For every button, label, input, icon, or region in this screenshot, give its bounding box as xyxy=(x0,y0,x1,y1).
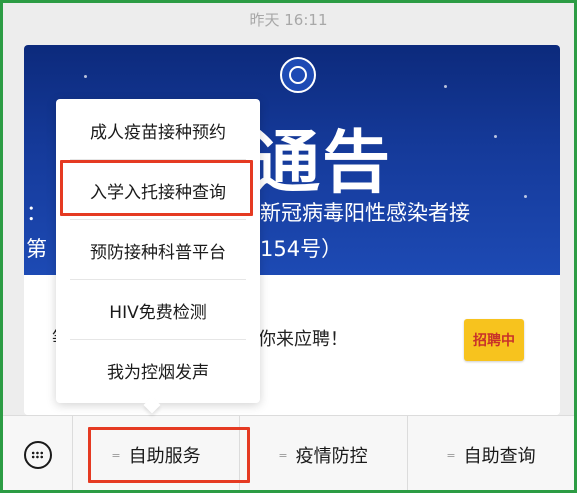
banner-subline: 154号） xyxy=(260,237,343,261)
menu-item-free-hiv-test[interactable]: HIV免费检测 xyxy=(56,281,260,339)
recruiting-badge: 招聘中 xyxy=(464,319,524,361)
star-dot xyxy=(84,75,87,78)
menu-item-school-vaccination-query[interactable]: 入学入托接种查询 xyxy=(56,161,260,219)
emblem-icon xyxy=(280,57,316,93)
keyboard-switch-button[interactable] xyxy=(3,416,73,490)
tab-label: 疫情防控 xyxy=(295,446,368,467)
banner-partial-text: 第 xyxy=(26,237,47,261)
menu-item-vaccination-science-platform[interactable]: 预防接种科普平台 xyxy=(56,221,260,279)
message-timestamp: 昨天 16:11 xyxy=(249,11,328,29)
menu-divider xyxy=(70,339,246,340)
star-dot xyxy=(444,85,447,88)
menu-indicator-icon: = xyxy=(446,448,456,462)
banner-headline: 通告 xyxy=(252,124,393,203)
menu-indicator-icon: = xyxy=(278,448,288,462)
star-dot xyxy=(524,195,527,198)
tab-self-query[interactable]: = 自助查询 xyxy=(408,416,574,490)
article-title: 你来应聘！ xyxy=(258,329,348,350)
tab-label: 自助查询 xyxy=(463,446,536,467)
tab-label: 自助服务 xyxy=(128,446,201,467)
official-account-menu-bar: = 自助服务 = 疫情防控 = 自助查询 xyxy=(3,415,574,490)
menu-indicator-icon: = xyxy=(111,448,121,462)
menu-divider xyxy=(70,159,246,160)
star-dot xyxy=(494,135,497,138)
tab-epidemic-control[interactable]: = 疫情防控 xyxy=(240,416,406,490)
menu-item-adult-vaccine-booking[interactable]: 成人疫苗接种预约 xyxy=(56,101,260,159)
banner-partial-text: ： xyxy=(26,201,47,225)
menu-item-tobacco-control[interactable]: 我为控烟发声 xyxy=(56,341,260,399)
screenshot-frame: 昨天 16:11 通告 ： 第 新冠病毒阳性感染者接 154号） 等 你来应聘！… xyxy=(0,0,577,493)
tab-self-service[interactable]: = 自助服务 xyxy=(73,416,239,490)
self-service-popup-menu: 成人疫苗接种预约 入学入托接种查询 预防接种科普平台 HIV免费检测 我为控烟发… xyxy=(56,99,260,414)
menu-divider xyxy=(70,219,246,220)
keyboard-icon xyxy=(23,441,52,469)
menu-divider xyxy=(70,279,246,280)
banner-subline: 新冠病毒阳性感染者接 xyxy=(260,201,470,225)
